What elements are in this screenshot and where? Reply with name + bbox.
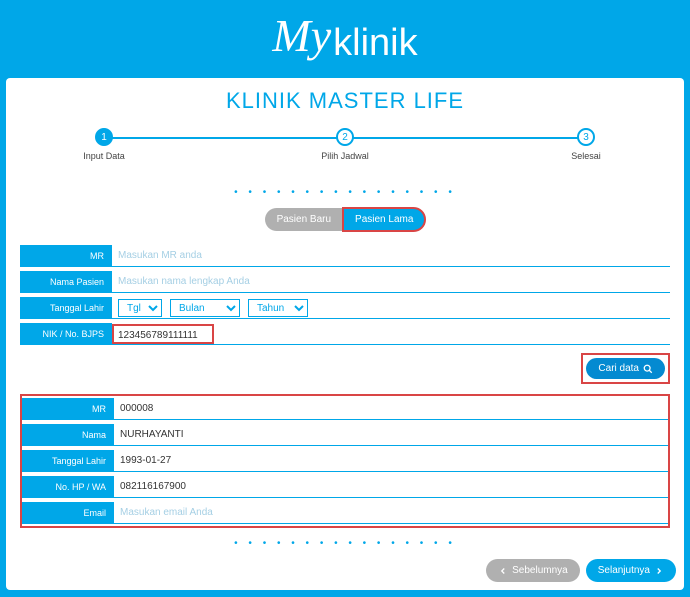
input-nik[interactable]	[118, 330, 208, 341]
patient-result-block: MR 000008 Nama NURHAYANTI Tanggal Lahir …	[20, 394, 670, 528]
input-nama[interactable]	[118, 276, 664, 287]
arrow-left-icon	[498, 566, 508, 576]
step-1-circle: 1	[95, 128, 113, 146]
tab-pasien-baru[interactable]: Pasien Baru	[265, 208, 343, 231]
logo-part-my: My	[272, 9, 331, 62]
cari-data-wrap: Cari data	[20, 353, 670, 384]
input-email[interactable]	[120, 507, 662, 518]
next-button[interactable]: Selanjutnya	[586, 559, 676, 582]
result-label-tgl: Tanggal Lahir	[22, 450, 114, 472]
select-tahun[interactable]: Tahun	[248, 299, 308, 317]
label-mr: MR	[20, 245, 112, 267]
select-bulan[interactable]: Bulan	[170, 299, 240, 317]
result-label-hp: No. HP / WA	[22, 476, 114, 498]
step-2-circle: 2	[336, 128, 354, 146]
row-nik: NIK / No. BJPS	[20, 323, 670, 345]
cari-data-label: Cari data	[598, 363, 639, 374]
logo-part-klinik: klinik	[333, 22, 417, 65]
result-row-mr: MR 000008	[22, 398, 668, 420]
search-icon	[643, 364, 653, 374]
step-2: 2 Pilih Jadwal	[305, 128, 385, 161]
label-nama: Nama Pasien	[20, 271, 112, 293]
logo: My klinik	[272, 13, 417, 66]
result-row-nama: Nama NURHAYANTI	[22, 424, 668, 446]
divider-dots-top: • • • • • • • • • • • • • • • •	[14, 187, 676, 198]
stepper: 1 Input Data 2 Pilih Jadwal 3 Selesai	[64, 128, 626, 161]
divider-dots-bottom: • • • • • • • • • • • • • • • •	[14, 538, 676, 549]
cari-data-button[interactable]: Cari data	[586, 358, 665, 379]
clinic-title: KLINIK MASTER LIFE	[14, 88, 676, 114]
step-3-circle: 3	[577, 128, 595, 146]
patient-type-segment: Pasien Baru Pasien Lama	[14, 208, 676, 231]
search-form: MR Nama Pasien Tanggal Lahir Tgl Bulan T	[20, 245, 670, 345]
label-tgl-lahir: Tanggal Lahir	[20, 297, 112, 319]
app-banner: My klinik	[0, 0, 690, 78]
tab-pasien-lama[interactable]: Pasien Lama	[343, 208, 425, 231]
result-value-mr: 000008	[120, 403, 662, 414]
result-value-nama: NURHAYANTI	[120, 429, 662, 440]
nav-buttons: Sebelumnya Selanjutnya	[486, 559, 676, 582]
row-mr: MR	[20, 245, 670, 267]
step-2-label: Pilih Jadwal	[321, 151, 369, 161]
result-row-tgl: Tanggal Lahir 1993-01-27	[22, 450, 668, 472]
result-row-email: Email	[22, 502, 668, 524]
row-nama: Nama Pasien	[20, 271, 670, 293]
input-mr[interactable]	[118, 250, 664, 261]
result-value-hp: 082116167900	[120, 481, 662, 492]
step-3-label: Selesai	[571, 151, 601, 161]
prev-label: Sebelumnya	[512, 565, 568, 576]
result-label-email: Email	[22, 502, 114, 524]
step-1: 1 Input Data	[64, 128, 144, 161]
step-1-label: Input Data	[83, 151, 125, 161]
select-tgl[interactable]: Tgl	[118, 299, 162, 317]
row-tgl-lahir: Tanggal Lahir Tgl Bulan Tahun	[20, 297, 670, 319]
next-label: Selanjutnya	[598, 565, 650, 576]
step-3: 3 Selesai	[546, 128, 626, 161]
result-label-mr: MR	[22, 398, 114, 420]
content-card: KLINIK MASTER LIFE 1 Input Data 2 Pilih …	[6, 78, 684, 590]
prev-button[interactable]: Sebelumnya	[486, 559, 580, 582]
result-row-hp: No. HP / WA 082116167900	[22, 476, 668, 498]
label-nik: NIK / No. BJPS	[20, 323, 112, 345]
result-value-tgl: 1993-01-27	[120, 455, 662, 466]
result-label-nama: Nama	[22, 424, 114, 446]
arrow-right-icon	[654, 566, 664, 576]
